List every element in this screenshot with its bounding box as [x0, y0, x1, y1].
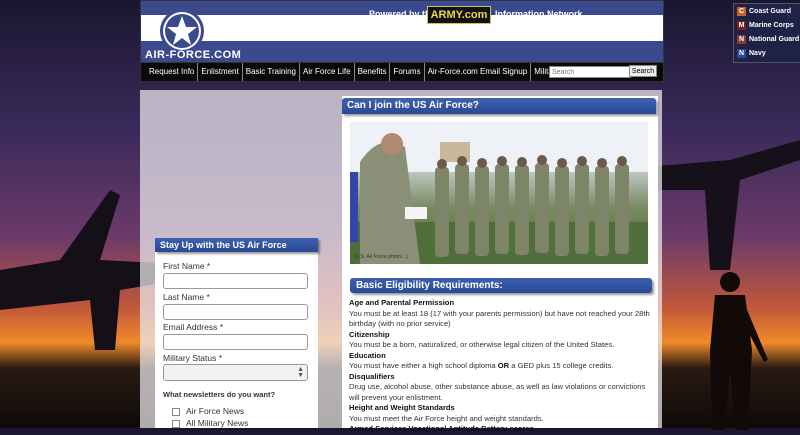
email-input[interactable] — [163, 334, 308, 350]
nav-enlistment[interactable]: Enlistment — [198, 63, 243, 81]
powered-by-text: Powered by the — [369, 9, 436, 19]
newsletter-option-all-military[interactable]: All Military News — [172, 418, 248, 428]
search-button[interactable]: Search — [629, 65, 657, 77]
nav-forums[interactable]: Forums — [390, 63, 425, 81]
first-name-input[interactable] — [163, 273, 308, 289]
national-guard-icon: N — [737, 34, 746, 44]
nav-request-info[interactable]: Request Info — [141, 63, 199, 81]
requirement-asvab: Armed Services Vocational Aptitude Batte… — [349, 424, 534, 433]
email-label: Email Address * — [163, 322, 223, 332]
branch-link-marine-corps[interactable]: M Marine Corps — [737, 19, 800, 32]
military-status-select[interactable]: ▲ ▼ — [163, 364, 308, 381]
all-military-news-checkbox[interactable] — [172, 419, 180, 428]
requirement-education: Education You must have either a high sch… — [349, 350, 614, 371]
site-header: AIR-FORCE.COM Powered by the ARMY.com In… — [140, 0, 800, 64]
branch-link-national-guard[interactable]: N National Guard — [737, 33, 800, 46]
navy-icon: N — [737, 48, 746, 58]
branch-link-coast-guard[interactable]: C Coast Guard — [737, 5, 800, 18]
newsletter-option-air-force[interactable]: Air Force News — [172, 406, 244, 416]
select-arrows-icon: ▲ ▼ — [297, 366, 304, 379]
search-input[interactable] — [549, 66, 631, 78]
main-nav: Request Info Enlistment Basic Training Air … — [140, 62, 664, 82]
photo-caption: (U.S. Air Force photo/...) — [354, 254, 408, 260]
first-name-label: First Name * — [163, 261, 211, 271]
pilot-silhouette — [710, 272, 768, 430]
military-status-label: Military Status * — [163, 353, 223, 363]
branch-link-navy[interactable]: N Navy — [737, 47, 800, 60]
requirement-height-weight: Height and Weight Standards You must meet… — [349, 403, 544, 423]
nav-email-signup[interactable]: Air-Force.com Email Signup — [425, 63, 532, 81]
nav-basic-training[interactable]: Basic Training — [243, 63, 300, 81]
nav-air-force-life[interactable]: Air Force Life — [300, 63, 355, 81]
requirement-age: Age and Parental Permission You must be a… — [349, 298, 650, 328]
signup-form-title: Stay Up with the US Air Force — [155, 238, 318, 252]
newsletters-question: What newsletters do you want? — [163, 390, 276, 399]
ceremony-illustration — [350, 122, 648, 264]
last-name-label: Last Name * — [163, 292, 210, 302]
army-com-logo[interactable]: ARMY.com — [427, 6, 491, 24]
marine-corps-icon: M — [737, 20, 746, 30]
last-name-input[interactable] — [163, 304, 308, 320]
requirements-list: Age and Parental Permission You must be a… — [349, 298, 651, 435]
requirement-disqualifiers: Disqualifiers Drug use, alcohol abuse, ot… — [349, 371, 646, 402]
branch-links: C Coast Guard M Marine Corps N National Gua… — [733, 3, 800, 63]
requirement-citizenship: Citizenship You must be a born, naturaliz… — [349, 329, 615, 350]
coast-guard-icon: C — [737, 6, 746, 16]
network-text: Information Network — [495, 9, 583, 19]
nav-benefits[interactable]: Benefits — [355, 63, 391, 81]
air-force-news-checkbox[interactable] — [172, 407, 180, 416]
eligibility-heading: Basic Eligibility Requirements: — [350, 278, 652, 293]
page-title: Can I join the US Air Force? — [342, 98, 656, 114]
enlistment-ceremony-photo: (U.S. Air Force photo/...) — [350, 122, 648, 264]
site-logo-text[interactable]: AIR-FORCE.COM — [145, 49, 241, 61]
